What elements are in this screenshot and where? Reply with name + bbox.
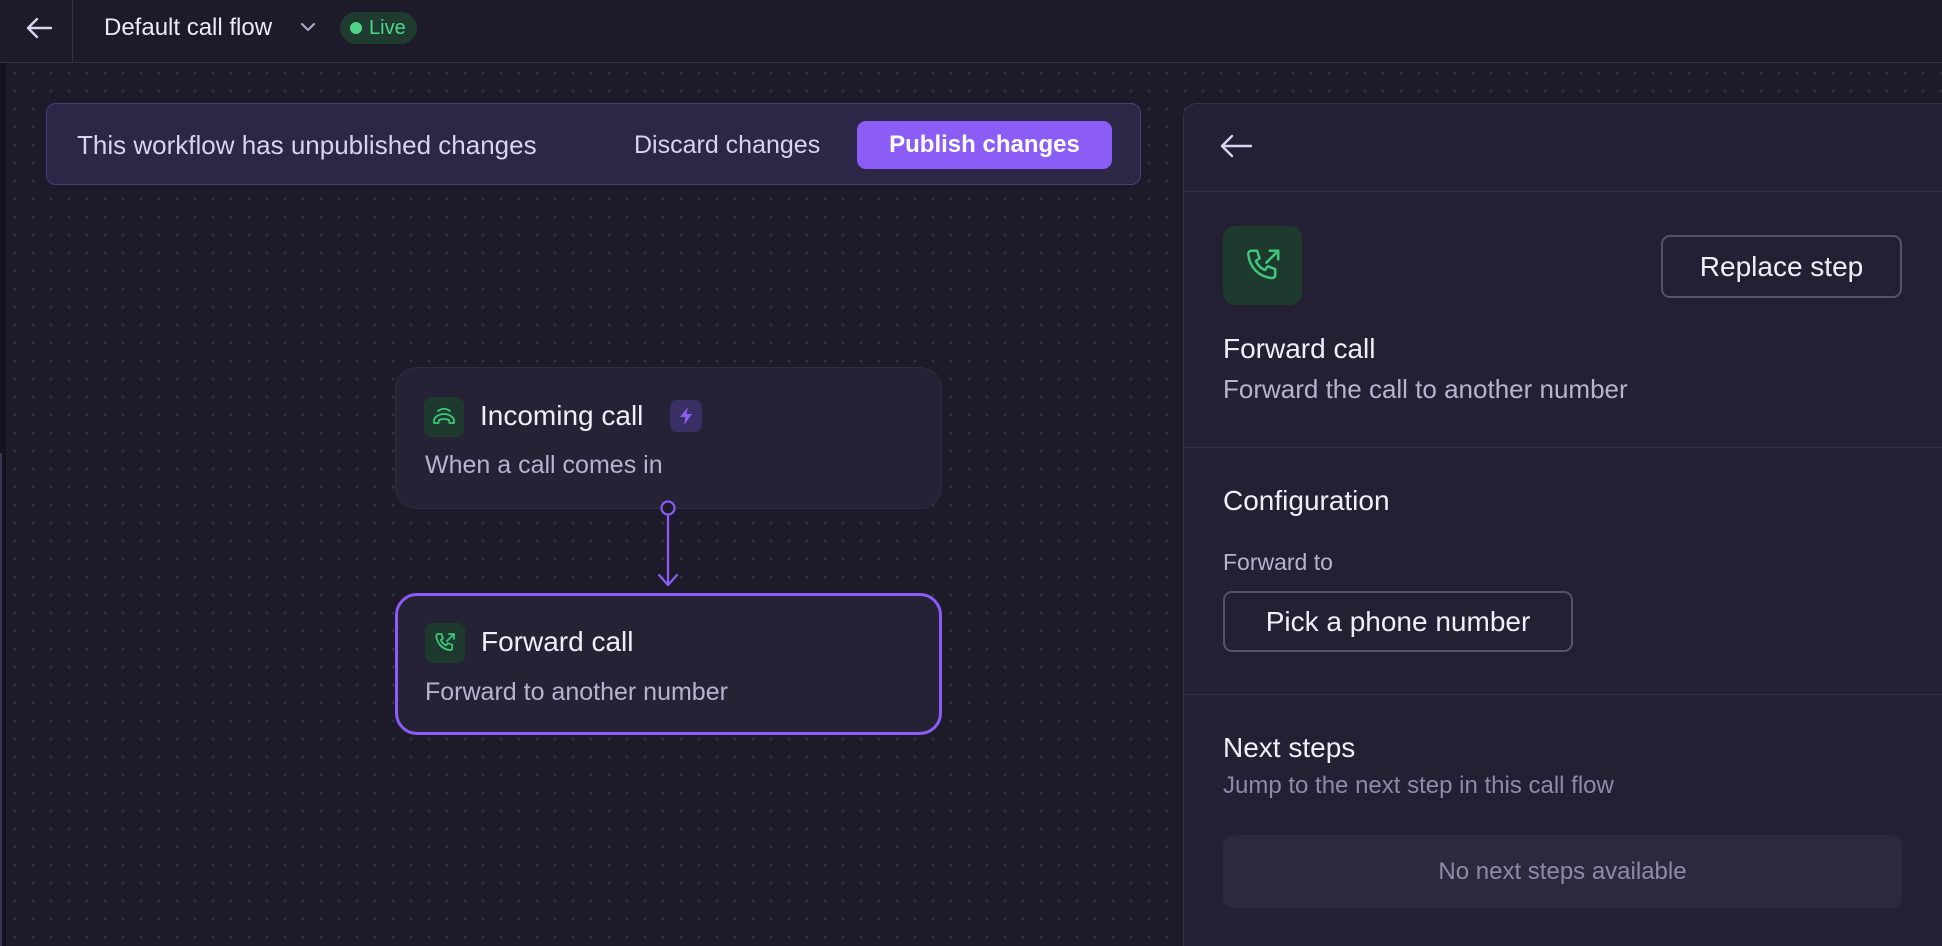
next-steps-heading: Next steps: [1223, 732, 1356, 763]
step-title: Forward call: [1223, 333, 1376, 364]
arrow-left-icon: [26, 17, 53, 39]
live-dot-icon: [350, 22, 362, 34]
next-steps-description: Jump to the next step in this call flow: [1223, 772, 1614, 799]
publish-changes-button[interactable]: Publish changes: [857, 121, 1112, 169]
flow-connector: [657, 500, 679, 587]
node-title: Forward call: [481, 626, 634, 657]
panel-back-button[interactable]: [1214, 126, 1258, 166]
arrow-left-icon: [1220, 134, 1253, 158]
forward-call-icon: [425, 623, 465, 663]
lightning-icon: [670, 400, 702, 432]
step-details-panel: Replace step Forward call Forward the ca…: [1183, 103, 1942, 946]
next-steps-empty-state: No next steps available: [1223, 835, 1902, 908]
panel-divider: [1184, 191, 1942, 192]
back-button[interactable]: [18, 10, 60, 46]
forward-to-label: Forward to: [1223, 549, 1333, 575]
flow-node-forward-call[interactable]: Forward call Forward to another number: [395, 593, 942, 735]
status-badge-label: Live: [369, 16, 406, 39]
topbar-divider: [72, 0, 73, 63]
panel-divider: [1184, 694, 1942, 695]
node-subtitle: Forward to another number: [425, 678, 728, 706]
step-description: Forward the call to another number: [1223, 374, 1628, 404]
unpublished-changes-banner: This workflow has unpublished changes Di…: [46, 103, 1141, 185]
node-subtitle: When a call comes in: [425, 451, 663, 479]
flow-node-incoming-call[interactable]: Incoming call When a call comes in: [395, 367, 942, 509]
chevron-down-icon[interactable]: [297, 16, 319, 38]
discard-changes-button[interactable]: Discard changes: [622, 126, 832, 164]
forward-call-icon: [1223, 226, 1302, 305]
pick-phone-number-button[interactable]: Pick a phone number: [1223, 591, 1573, 652]
status-badge: Live: [340, 12, 417, 44]
top-bar: Default call flow Live: [0, 0, 1942, 63]
panel-divider: [1184, 447, 1942, 448]
replace-step-button[interactable]: Replace step: [1661, 235, 1902, 298]
node-title: Incoming call: [480, 400, 644, 431]
configuration-heading: Configuration: [1223, 485, 1390, 516]
incoming-call-icon: [424, 397, 464, 437]
banner-message: This workflow has unpublished changes: [77, 130, 537, 160]
flow-title[interactable]: Default call flow: [104, 13, 272, 43]
